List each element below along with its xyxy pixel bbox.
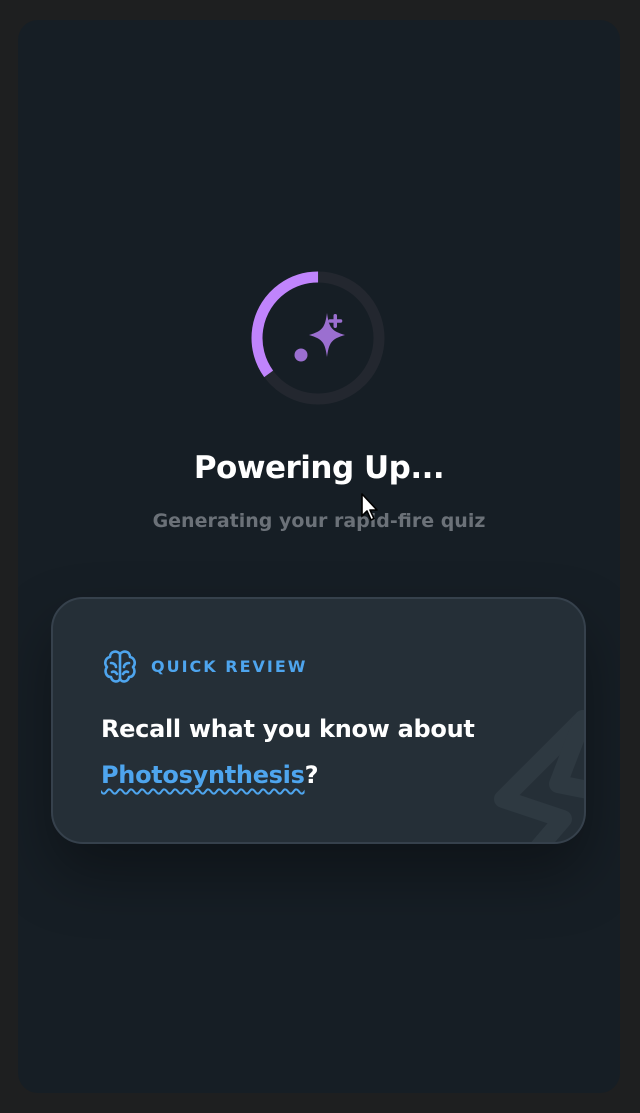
review-prompt-text: Recall what you know about xyxy=(101,715,475,743)
review-prompt-suffix: ? xyxy=(304,761,319,789)
brain-icon xyxy=(104,650,136,683)
review-prompt: Recall what you know about Photosynthesi… xyxy=(101,706,541,798)
mouse-cursor-icon xyxy=(361,493,378,521)
quick-review-card: QUICK REVIEW Recall what you know about … xyxy=(51,597,586,844)
review-header: QUICK REVIEW xyxy=(101,647,307,685)
sparkles-icon xyxy=(294,313,345,362)
loading-spinner xyxy=(249,269,387,407)
topic-link[interactable]: Photosynthesis xyxy=(101,761,305,789)
progress-ring xyxy=(251,271,385,405)
loading-title: Powering Up... xyxy=(193,450,445,486)
loading-screen: Powering Up... Generating your rapid-fir… xyxy=(18,20,620,1093)
loading-subtitle: Generating your rapid-fire quiz xyxy=(152,510,486,532)
quick-review-label: QUICK REVIEW xyxy=(151,656,308,676)
